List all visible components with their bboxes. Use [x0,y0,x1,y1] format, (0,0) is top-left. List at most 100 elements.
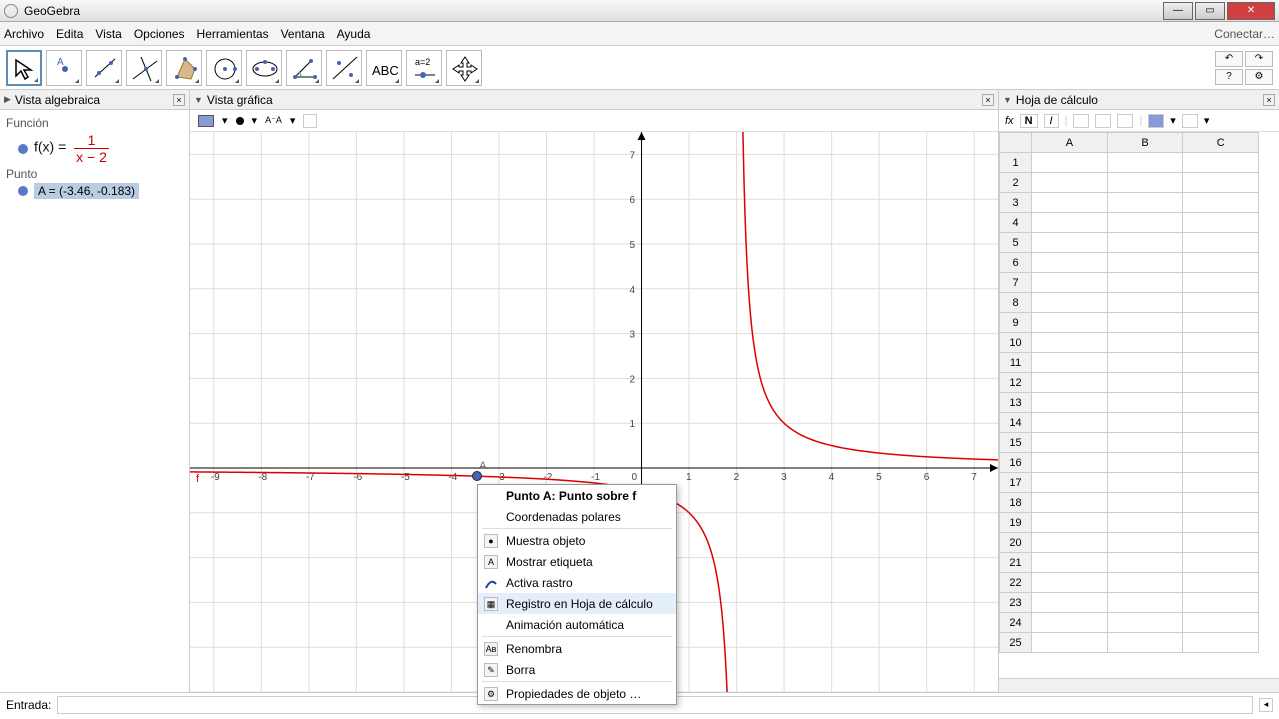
tool-angle[interactable] [286,50,322,86]
point-a-label: A [479,460,486,472]
maximize-button[interactable]: ▭ [1195,2,1225,20]
align-left-button[interactable] [1073,114,1089,128]
settings-button[interactable]: ⚙ [1245,69,1273,85]
tool-conic[interactable] [246,50,282,86]
svg-text:5: 5 [630,240,636,251]
menu-ventana[interactable]: Ventana [281,27,325,41]
undo-button[interactable]: ↶ [1215,51,1243,67]
tool-perpendicular[interactable] [126,50,162,86]
svg-text:6: 6 [924,472,930,483]
menu-ayuda[interactable]: Ayuda [337,27,371,41]
align-right-button[interactable] [1117,114,1133,128]
ctx-animation[interactable]: Animación automática [478,614,676,635]
func-den: x − 2 [74,149,109,165]
bold-button[interactable]: N [1020,114,1038,128]
svg-text:f: f [196,473,200,485]
ctx-show-object[interactable]: ●Muestra objeto [478,530,676,551]
ctx-properties[interactable]: ⚙Propiedades de objeto … [478,683,676,704]
spreadsheet-close-button[interactable]: × [1263,94,1275,106]
spreadsheet-scrollbar[interactable] [999,678,1279,692]
tool-point[interactable]: A [46,50,82,86]
svg-text:-4: -4 [448,472,457,483]
menu-herramientas[interactable]: Herramientas [197,27,269,41]
close-button[interactable]: ✕ [1227,2,1275,20]
input-help-button[interactable]: ◂ [1259,698,1273,712]
func-num: 1 [74,132,109,149]
menu-opciones[interactable]: Opciones [134,27,185,41]
svg-text:2: 2 [630,374,636,385]
svg-text:7: 7 [971,472,977,483]
algebra-header[interactable]: ▶ Vista algebraica × [0,90,189,110]
titlebar: GeoGebra — ▭ ✕ [0,0,1279,22]
svg-text:a=2: a=2 [415,57,430,67]
show-object-icon: ● [484,534,498,548]
tool-polygon[interactable] [166,50,202,86]
ctx-show-label[interactable]: AMostrar etiqueta [478,551,676,572]
menu-vista[interactable]: Vista [95,27,121,41]
graphics-header[interactable]: ▼ Vista gráfica × [190,90,998,110]
connect-link[interactable]: Conectar… [1214,27,1275,41]
graphics-close-button[interactable]: × [982,94,994,106]
point-a-text: A = (-3.46, -0.183) [34,183,139,199]
toolbar: A ABC a=2 ↶ ↷ ? ⚙ [0,46,1279,90]
spreadsheet-panel: ▼ Hoja de cálculo × fx N I | | ▾ ▾ ABC12… [999,90,1279,692]
ctx-record-spreadsheet[interactable]: ▦Registro en Hoja de cálculo [478,593,676,614]
svg-text:3: 3 [630,330,636,341]
tool-move[interactable] [6,50,42,86]
align-center-button[interactable] [1095,114,1111,128]
border-button[interactable] [1182,114,1198,128]
tool-slider[interactable]: a=2 [406,50,442,86]
dropdown-icon[interactable]: ▾ [290,114,296,127]
algebra-item-a[interactable]: A = (-3.46, -0.183) [18,183,183,199]
dropdown-icon[interactable]: ▾ [1204,114,1210,127]
redo-button[interactable]: ↷ [1245,51,1273,67]
svg-text:4: 4 [630,285,636,296]
menu-edita[interactable]: Edita [56,27,83,41]
algebra-close-button[interactable]: × [173,94,185,106]
graphics-title: Vista gráfica [207,93,273,107]
tool-circle[interactable] [206,50,242,86]
spreadsheet-header[interactable]: ▼ Hoja de cálculo × [999,90,1279,110]
minimize-button[interactable]: — [1163,2,1193,20]
spreadsheet-grid[interactable]: ABC1234567891011121314151617181920212223… [999,132,1279,678]
menubar: Archivo Edita Vista Opciones Herramienta… [0,22,1279,46]
dropdown-icon[interactable]: ▾ [252,114,258,127]
collapse-icon: ▶ [4,94,11,105]
algebra-item-f[interactable]: f(x) = 1x − 2 [18,132,183,165]
spreadsheet-icon: ▦ [484,597,498,611]
pin-button[interactable] [303,114,317,128]
svg-text:4: 4 [829,472,835,483]
tool-move-view[interactable] [446,50,482,86]
show-label-icon: A [484,555,498,569]
visibility-dot-icon[interactable] [18,186,28,196]
ctx-delete[interactable]: ✎Borra [478,659,676,680]
dropdown-icon[interactable]: ▾ [1170,114,1176,127]
dropdown-icon[interactable]: ▾ [222,114,228,127]
label-style-picker[interactable]: A⁻A [265,115,282,126]
svg-text:5: 5 [876,472,882,483]
help-button[interactable]: ? [1215,69,1243,85]
tool-transform[interactable] [326,50,362,86]
tool-text[interactable]: ABC [366,50,402,86]
graphics-style-toolbar: ▾ ▾ A⁻A ▾ [190,110,998,132]
menu-archivo[interactable]: Archivo [4,27,44,41]
tool-line[interactable] [86,50,122,86]
italic-button[interactable]: I [1044,114,1059,128]
properties-icon: ⚙ [484,687,498,701]
ctx-rename[interactable]: AʙRenombra [478,638,676,659]
fx-label: fx [1005,115,1014,127]
svg-text:-2: -2 [543,472,552,483]
svg-text:7: 7 [630,150,636,161]
collapse-icon: ▼ [1003,95,1012,105]
svg-text:-8: -8 [258,472,267,483]
context-menu: Punto A: Punto sobre f Coordenadas polar… [477,484,677,705]
ctx-polar[interactable]: Coordenadas polares [478,506,676,527]
ctx-trace[interactable]: Activa rastro [478,572,676,593]
visibility-dot-icon[interactable] [18,144,28,154]
bgcolor-button[interactable] [1148,114,1164,128]
point-style-picker[interactable] [236,117,244,125]
color-picker[interactable] [198,115,214,127]
app-icon [4,4,18,18]
ctx-title: Punto A: Punto sobre f [478,485,676,506]
rename-icon: Aʙ [484,642,498,656]
